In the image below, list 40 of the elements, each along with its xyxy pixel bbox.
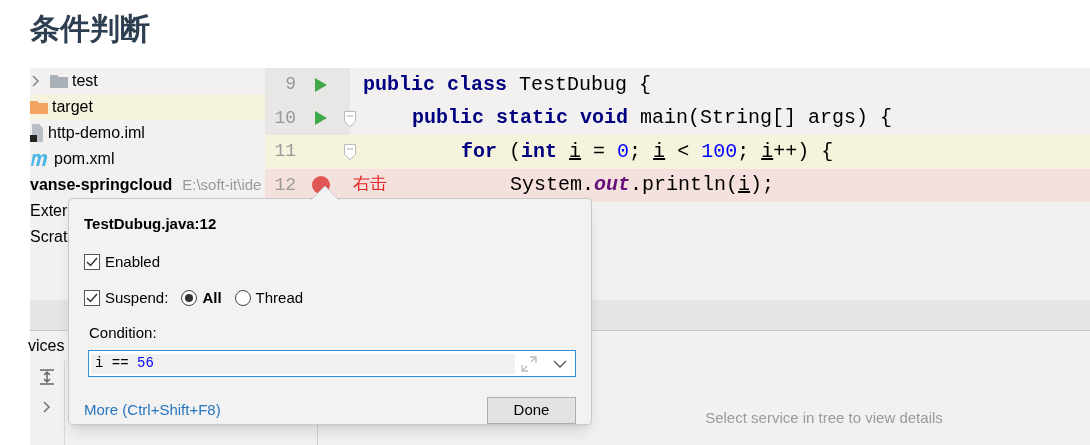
chevron-right-icon[interactable] (32, 75, 40, 87)
checkbox-label[interactable]: Suspend: (105, 287, 169, 310)
tree-item[interactable]: vanse-springcloud E:\soft-it\ide (30, 172, 265, 198)
annotation-text: 右击 (353, 171, 387, 195)
line-number: 9 (284, 73, 296, 97)
code-text: public static void main(String[] args) { (412, 105, 893, 132)
checkbox-label[interactable]: Enabled (105, 250, 161, 273)
done-button[interactable]: Done (487, 397, 576, 424)
expand-all-icon[interactable] (39, 369, 55, 385)
more-link[interactable]: More (Ctrl+Shift+F8) (84, 399, 221, 422)
tree-item[interactable]: http-demo.iml (30, 120, 265, 146)
folder-icon (30, 100, 48, 114)
file-icon (30, 124, 44, 142)
tree-item[interactable]: test (30, 68, 265, 94)
field-label: Condition: (89, 322, 157, 343)
radio-button[interactable] (234, 290, 251, 307)
checkbox[interactable] (84, 290, 100, 307)
maven-icon (30, 152, 50, 166)
radio-label[interactable]: Thread (255, 287, 304, 310)
tree-item[interactable]: pom.xml (30, 146, 265, 172)
checkbox[interactable] (84, 253, 100, 270)
folder-icon (50, 74, 68, 88)
code-text: System.out.println(i); (510, 172, 775, 199)
line-number: 12 (273, 173, 296, 197)
empty-state-text: Select service in tree to view details (705, 407, 943, 428)
section-heading: 条件判断 (30, 10, 150, 48)
popup-title: TestDubug.java:12 (84, 214, 218, 234)
radio-button[interactable] (181, 290, 198, 307)
line-number: 10 (273, 106, 296, 130)
run-icon[interactable] (315, 77, 327, 92)
chevron-right-icon[interactable] (43, 401, 51, 413)
condition-field[interactable]: i == 56 (88, 350, 576, 377)
run-icon[interactable] (315, 111, 327, 126)
line-number: 11 (273, 140, 296, 164)
dropdown-chevron-icon[interactable] (553, 359, 567, 368)
radio-label[interactable]: All (202, 287, 222, 310)
code-text: public class TestDubug { (363, 71, 652, 98)
tree-item[interactable]: target (30, 94, 265, 120)
panel-title: vices (28, 336, 65, 356)
code-text: for (int i = 0; i < 100; i++) { (461, 138, 834, 165)
